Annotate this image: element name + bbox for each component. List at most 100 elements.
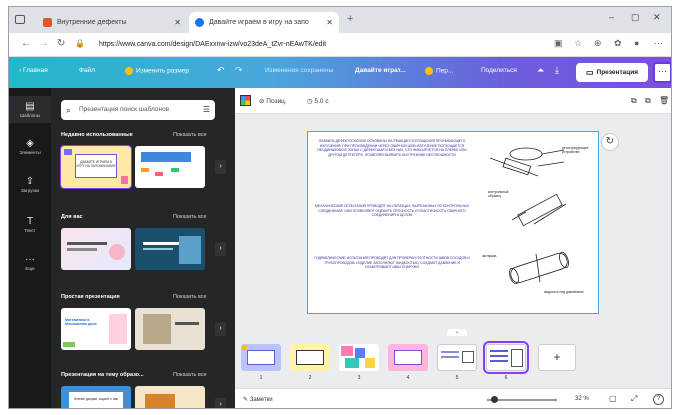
slide-paragraph-2[interactable]: МЕХАНИЧЕСКИЕ ИСПЫТАНИЯ ПРОВОДЯТ НА ОБРАЗ…	[314, 204, 470, 218]
position-label: Позиц.	[266, 98, 287, 105]
rail-item-templates[interactable]: ▤ Шаблоны	[9, 96, 51, 123]
template-thumbnail[interactable]	[135, 308, 205, 350]
scroll-right-arrow[interactable]: ›	[215, 322, 226, 336]
zoom-slider-knob[interactable]	[491, 396, 498, 403]
side-rail: ▤ Шаблоны ◈ Элементы ⇪ Загрузки T Текст …	[9, 88, 51, 408]
page-thumbnail[interactable]	[241, 344, 281, 371]
slide-canvas[interactable]: ПЛАВИЛЬ ДЕФЕКТОСКОПИИ ОСНОВАНЫ НА РЕАКЦИ…	[307, 131, 599, 314]
template-thumbnail[interactable]: Чтение дворян, ищите с нас	[61, 386, 131, 408]
rail-item-elements[interactable]: ◈ Элементы	[9, 138, 51, 155]
show-all-link[interactable]: Показать все	[173, 214, 207, 220]
file-menu[interactable]: Файл	[79, 67, 95, 74]
new-tab-button[interactable]: +	[347, 13, 353, 25]
show-all-link[interactable]: Показать все	[173, 132, 207, 138]
browser-menu-icon[interactable]: ···	[654, 38, 663, 48]
undo-button[interactable]: ↶	[217, 65, 225, 76]
filter-icon[interactable]: ☰	[203, 100, 210, 120]
crown-icon	[125, 67, 133, 75]
section-simple: Простая презентация Показать все	[61, 294, 207, 300]
scroll-right-arrow[interactable]: ›	[215, 242, 226, 256]
collections-icon[interactable]: ⊕	[594, 38, 602, 49]
show-all-link[interactable]: Показать все	[173, 372, 207, 378]
timing-button[interactable]: ◷ 5.0 с	[307, 97, 329, 105]
help-button[interactable]: ?	[653, 394, 664, 405]
color-picker-icon[interactable]	[240, 95, 251, 106]
favorite-icon[interactable]: ☆	[574, 38, 582, 49]
show-all-link[interactable]: Показать все	[173, 294, 207, 300]
delete-icon[interactable]: 🗑	[659, 96, 669, 105]
close-window-button[interactable]: ✕	[653, 12, 661, 23]
page-thumbnail[interactable]	[290, 344, 330, 371]
read-mode-icon[interactable]: ▣	[554, 38, 563, 49]
zoom-level[interactable]: 32 %	[575, 396, 589, 402]
page-thumbnail[interactable]	[437, 344, 477, 371]
redo-button[interactable]: ↷	[235, 65, 243, 76]
page-view-icon[interactable]: ▢	[609, 394, 617, 403]
home-label: Главная	[22, 67, 48, 74]
editor-footer: ✎ Заметки 32 % ▢ ⤢ ?	[235, 388, 671, 408]
page-thumbnail[interactable]	[339, 344, 379, 371]
design-title[interactable]: Давайте играт...	[355, 67, 406, 74]
copy-style-icon[interactable]: ⧉	[631, 96, 637, 106]
thumbnail-decor	[511, 349, 523, 367]
notes-button[interactable]: ✎ Заметки	[243, 396, 273, 403]
template-thumbnail[interactable]: Математика в Московском доме	[61, 308, 131, 350]
analytics-icon[interactable]: ⏶	[537, 65, 544, 76]
rail-label: Загрузки	[20, 188, 40, 193]
minimize-button[interactable]: –	[609, 12, 614, 22]
forward-icon[interactable]: →	[39, 38, 49, 49]
thumbnail-decor	[179, 236, 201, 264]
hide-pages-handle[interactable]: ⌄	[447, 329, 467, 336]
slide-diagrams[interactable]	[478, 136, 596, 312]
page-thumbnail-current[interactable]	[483, 341, 529, 374]
context-toolbar: ⊘ Позиц. ◷ 5.0 с ⧉ ⧉ 🗑	[235, 88, 671, 114]
template-thumbnail[interactable]	[135, 228, 205, 270]
template-thumbnail[interactable]	[61, 228, 131, 270]
profile-icon[interactable]: ●	[634, 38, 639, 48]
position-button[interactable]: ⊘ Позиц.	[259, 97, 287, 105]
resize-button[interactable]: Изменить размер	[125, 67, 189, 75]
extensions-icon[interactable]: ✿	[614, 38, 622, 49]
rail-item-text[interactable]: T Текст	[9, 216, 51, 233]
diagram-label: жидкость под давлением	[544, 290, 584, 294]
slide-paragraph-1[interactable]: ПЛАВИЛЬ ДЕФЕКТОСКОПИИ ОСНОВАНЫ НА РЕАКЦИ…	[314, 139, 470, 157]
slide-paragraph-3[interactable]: ГИДРАВЛИЧЕСКИЕ ИСПЫТАНИЯ ПРОВОДЯТ ДЛЯ ПР…	[314, 256, 470, 270]
more-icon: ···	[25, 254, 35, 265]
hydraulic-test-diagram	[509, 251, 569, 285]
close-tab-icon[interactable]: ✕	[326, 18, 333, 27]
url-field[interactable]: https://www.canva.com/design/DAExxnw-izw…	[99, 37, 539, 53]
back-icon[interactable]: ←	[21, 38, 31, 49]
thumbnail-decor	[141, 152, 191, 162]
home-link[interactable]: ‹ Главная	[19, 67, 48, 74]
rail-item-uploads[interactable]: ⇪ Загрузки	[9, 176, 51, 193]
browser-tab-2[interactable]: Давайте играем в игру на запо ✕	[189, 12, 339, 33]
page-thumbnail[interactable]	[388, 344, 428, 371]
refresh-icon[interactable]: ↻	[601, 133, 619, 151]
fullscreen-icon[interactable]: ⤢	[631, 394, 637, 404]
template-search-input[interactable]: ⌕ Презентация поиск шаблонов ☰	[61, 100, 215, 120]
browser-tab-1[interactable]: Внутренние дефекты ✕	[37, 12, 187, 33]
tab-actions-icon[interactable]	[15, 15, 25, 24]
template-thumbnail[interactable]	[135, 146, 205, 188]
reload-icon[interactable]: ↻	[57, 38, 65, 49]
close-tab-icon[interactable]: ✕	[174, 18, 181, 27]
thumbnail-decor	[462, 351, 474, 363]
download-icon[interactable]: ⤓	[555, 65, 559, 76]
scroll-right-arrow[interactable]: ›	[215, 398, 226, 408]
thumbnail-decor	[490, 360, 508, 362]
thumbnail-decor	[175, 322, 199, 325]
scroll-right-arrow[interactable]: ›	[215, 160, 226, 174]
add-page-button[interactable]: +	[538, 344, 576, 371]
maximize-button[interactable]: ▢	[631, 12, 640, 23]
duplicate-icon[interactable]: ⧉	[645, 96, 651, 106]
rail-item-more[interactable]: ··· Еще	[9, 254, 51, 271]
share-button[interactable]: Поделиться	[481, 67, 517, 74]
template-thumbnail[interactable]: ДАВАЙТЕ ИГРАЕМ В ИГРУ НА ЗАПОМИНАНИЕ	[60, 145, 132, 189]
pro-button[interactable]: Пер...	[425, 67, 453, 75]
page-strip: 1 2 3 4 5 6 +	[235, 336, 671, 382]
present-button[interactable]: ▭ Презентация	[576, 63, 648, 82]
template-thumbnail[interactable]	[135, 386, 205, 408]
tab-title: Внутренние дефекты	[57, 19, 127, 26]
section-education: Презентация на тему образо... Показать в…	[61, 372, 207, 378]
more-button[interactable]: ···	[653, 62, 671, 83]
